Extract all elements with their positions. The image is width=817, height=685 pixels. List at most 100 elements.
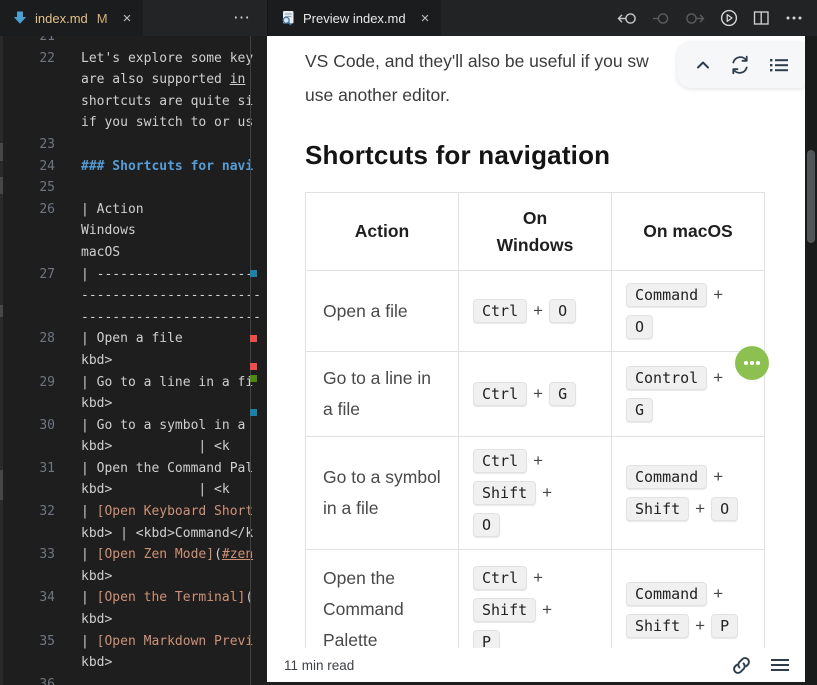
more-tabs-icon[interactable]: ⋯ — [233, 8, 251, 28]
editor-line: 34| [Open the Terminal]( — [0, 587, 267, 609]
git-decoration-mark — [250, 375, 257, 382]
key-combo-line: Shift+O — [626, 493, 750, 525]
code-token: | — [81, 634, 97, 649]
code-token: | Open a file — [81, 331, 183, 346]
kbd-key: O — [711, 497, 738, 521]
close-tab-icon[interactable]: × — [123, 11, 132, 26]
plus-separator: + — [713, 368, 723, 388]
preview-scrollbar-thumb[interactable] — [807, 150, 815, 243]
code-token: macOS — [81, 245, 120, 260]
tab-preview-index-md[interactable]: Preview index.md × — [268, 0, 441, 36]
editor-line: 32| [Open Keyboard Short — [0, 501, 267, 523]
code-text: | -------------------- — [81, 264, 253, 286]
code-text: | Go to a line in a fi — [81, 372, 253, 394]
kbd-key: O — [549, 299, 576, 323]
code-token: kbd> — [81, 353, 112, 368]
code-text: are also supported in — [81, 69, 245, 91]
code-token: are also supported — [81, 72, 230, 87]
line-number — [0, 523, 55, 545]
editor-line: ----------------------- — [0, 307, 267, 329]
code-token: #zen — [222, 547, 253, 562]
shortcut-keys-cell: Ctrl+Shift+O — [459, 437, 612, 550]
menu-hamburger-icon[interactable] — [769, 656, 791, 674]
outline-list-icon[interactable] — [767, 54, 791, 76]
refresh-icon[interactable] — [728, 53, 752, 77]
line-number — [0, 350, 55, 372]
key-combo-line: Ctrl+G — [473, 378, 597, 410]
more-actions-icon[interactable] — [785, 10, 803, 26]
split-editor-icon[interactable] — [753, 10, 770, 26]
editor-group-2-tabs: Preview index.md × — [267, 0, 817, 36]
code-text: kbd> — [81, 393, 112, 415]
code-token: shortcuts are quite si — [81, 94, 253, 109]
shortcut-keys-cell: Command+Shift+O — [612, 437, 765, 550]
preview-footer-bar: 11 min read — [267, 648, 805, 682]
line-number — [0, 242, 55, 264]
editor-line: kbd> — [0, 609, 267, 631]
kbd-key: Command — [626, 582, 707, 606]
code-token: | Open the Command Pal — [81, 461, 253, 476]
key-combo-line: Ctrl+O — [473, 295, 597, 327]
close-tab-icon[interactable]: × — [421, 11, 430, 26]
code-text: kbd> — [81, 609, 112, 631]
table-header-row: ActionOn WindowsOn macOS — [306, 193, 765, 271]
shortcut-keys-cell: Ctrl+G — [459, 352, 612, 437]
code-text: | Open the Command Pal — [81, 458, 253, 480]
tab-label: Preview index.md — [303, 11, 406, 26]
code-text: | Action — [81, 199, 144, 221]
line-number: 21 — [0, 36, 55, 48]
kbd-key: G — [549, 382, 576, 406]
markdown-source-editor[interactable]: 2122Let's explore some keyare also suppo… — [0, 36, 267, 685]
plus-separator: + — [713, 285, 723, 305]
kbd-key: Control — [626, 366, 707, 390]
navigate-forward-disabled-icon[interactable] — [685, 10, 705, 27]
code-token: | — [81, 547, 97, 562]
line-number — [0, 566, 55, 588]
markdown-preview-pane: VS Code, and they'll also be useful if y… — [267, 36, 805, 682]
kbd-key: Ctrl — [473, 566, 527, 590]
navigate-previous-disabled-icon[interactable] — [652, 10, 670, 27]
navigate-back-icon[interactable] — [617, 10, 637, 27]
line-number — [0, 307, 55, 329]
preview-scrollbar-track[interactable] — [805, 36, 817, 685]
plus-separator: + — [695, 499, 705, 519]
editor-actions — [617, 9, 817, 27]
editor-line: macOS — [0, 242, 267, 264]
editor-line: 31| Open the Command Pal — [0, 458, 267, 480]
editor-line: are also supported in — [0, 69, 267, 91]
copy-link-icon[interactable] — [730, 654, 753, 677]
tab-index-md[interactable]: index.md M × — [0, 0, 143, 36]
dot — [744, 361, 748, 365]
editor-line: 29| Go to a line in a fi — [0, 372, 267, 394]
editor-line: ----------------------- — [0, 285, 267, 307]
key-combo-line: Command+ — [626, 578, 750, 610]
shortcut-keys-cell: Ctrl+O — [459, 271, 612, 352]
plus-separator: + — [695, 616, 705, 636]
shortcut-keys-cell: Command+O — [612, 271, 765, 352]
editor-line: kbd> — [0, 566, 267, 588]
line-number: 35 — [0, 631, 55, 653]
line-number — [0, 436, 55, 458]
code-token: [Open Markdown Previ — [97, 634, 254, 649]
code-token: kbd> — [81, 612, 112, 627]
code-token: ----------------------- — [81, 310, 261, 325]
editor-line: 28 | Open a file — [0, 328, 267, 350]
code-text: kbd> — [81, 350, 112, 372]
code-token: kbd> | <kbd>Command</k — [81, 526, 253, 541]
section-heading: Shortcuts for navigation — [305, 140, 805, 171]
collapse-up-icon[interactable] — [692, 54, 714, 76]
code-text: | [Open the Terminal]( — [81, 587, 253, 609]
line-number — [0, 479, 55, 501]
key-combo-line: Ctrl+ — [473, 562, 597, 594]
run-preview-icon[interactable] — [720, 9, 738, 27]
editor-line: 27| -------------------- — [0, 264, 267, 286]
shortcuts-table: ActionOn WindowsOn macOS Open a fileCtrl… — [305, 192, 765, 670]
editor-line: 36 — [0, 674, 267, 685]
key-combo-line: Shift+ — [473, 477, 597, 509]
editor-ruler-line — [250, 36, 251, 685]
inline-more-options-button[interactable] — [735, 346, 769, 380]
scroll-decoration-segment — [0, 470, 3, 500]
editor-line: kbd> — [0, 350, 267, 372]
editor-line: kbd> | <kbd>Command</k — [0, 523, 267, 545]
line-number: 28 — [0, 328, 55, 350]
